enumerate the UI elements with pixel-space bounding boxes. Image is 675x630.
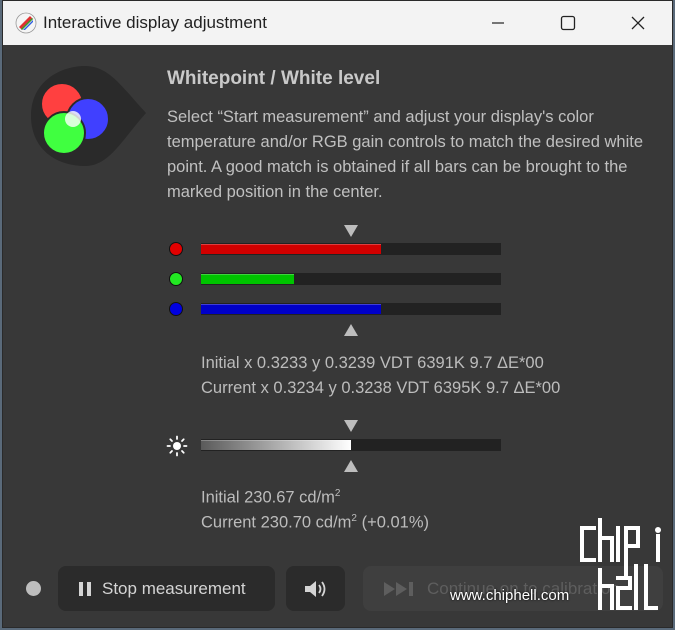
app-window: Interactive display adjustment Whitepoin…: [2, 0, 673, 628]
brightness-bar-fill: [201, 440, 351, 450]
green-bar-fill: [201, 274, 294, 284]
blue-bar-fill: [201, 304, 381, 314]
chiphell-logo-watermark: [580, 518, 661, 610]
skip-forward-icon: [384, 581, 413, 596]
measurement-status-indicator: [26, 581, 41, 596]
green-channel-dot: [169, 272, 183, 286]
red-bar-fill: [201, 244, 381, 254]
brightness-target-marker-bottom: [344, 460, 358, 472]
speaker-icon: [304, 580, 325, 597]
luminance-initial-readout: Initial 230.67 cd/m2: [201, 488, 341, 507]
page-heading: Whitepoint / White level: [167, 68, 381, 89]
blue-channel-dot: [169, 302, 183, 316]
close-icon: [631, 16, 645, 30]
minimize-icon: [492, 22, 504, 24]
instructions-text: Select “Start measurement” and adjust yo…: [167, 108, 643, 201]
luminance-current-readout: Current 230.70 cd/m2 (+0.01%): [201, 513, 429, 532]
stop-measurement-button[interactable]: Stop measurement: [58, 566, 275, 611]
red-bar-track: [201, 243, 501, 255]
whitepoint-initial-readout: Initial x 0.3233 y 0.3239 VDT 6391K 9.7 …: [201, 354, 544, 372]
rgb-target-marker-bottom: [344, 324, 358, 336]
rgb-logo-icon: [31, 66, 146, 166]
maximize-icon: [560, 15, 576, 31]
watermark-url: www.chiphell.com: [450, 587, 570, 604]
whitepoint-current-readout: Current x 0.3234 y 0.3238 VDT 6395K 9.7 …: [201, 379, 561, 397]
rgb-target-marker-top: [344, 225, 358, 237]
brightness-bar-track: [201, 439, 501, 451]
minimize-button[interactable]: [475, 1, 521, 45]
title-bar: Interactive display adjustment: [3, 1, 672, 45]
app-icon: [15, 12, 37, 34]
window-title: Interactive display adjustment: [43, 13, 267, 32]
blue-bar-track: [201, 303, 501, 315]
brightness-icon: [166, 435, 188, 457]
red-channel-dot: [169, 242, 183, 256]
close-button[interactable]: [615, 1, 661, 45]
pause-icon: [79, 581, 91, 596]
maximize-button[interactable]: [545, 1, 591, 45]
green-bar-track: [201, 273, 501, 285]
brightness-target-marker-top: [344, 420, 358, 432]
sound-toggle-button[interactable]: [286, 566, 345, 611]
